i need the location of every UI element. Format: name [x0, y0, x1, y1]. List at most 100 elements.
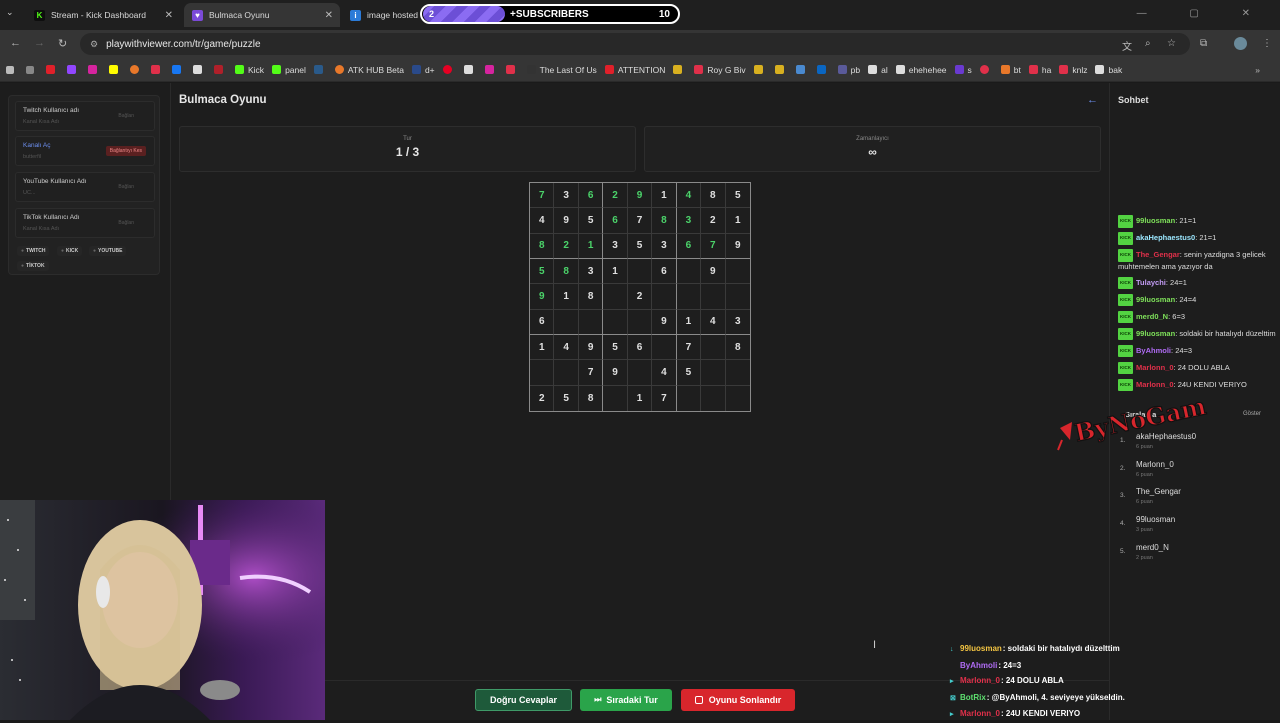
gear-icon[interactable] — [979, 65, 993, 74]
sudoku-cell[interactable] — [701, 284, 726, 310]
chat-username[interactable]: Marlonn_0 — [1136, 363, 1174, 372]
sudoku-cell[interactable]: 3 — [676, 208, 702, 234]
bookmark-panel[interactable]: panel — [272, 65, 306, 75]
bookmark-dplus[interactable]: d+ — [411, 65, 435, 75]
ranking-show-button[interactable]: Göster — [1243, 411, 1261, 417]
sudoku-cell[interactable]: 8 — [701, 183, 726, 209]
back-icon[interactable]: ← — [10, 37, 21, 49]
sudoku-cell[interactable] — [725, 284, 750, 310]
chat-username[interactable]: The_Gengar — [1136, 250, 1180, 259]
sudoku-cell[interactable]: 9 — [554, 208, 579, 234]
bookmark-ha[interactable]: ha — [1028, 65, 1051, 75]
sudoku-cell[interactable]: 2 — [701, 208, 726, 234]
sudoku-cell[interactable]: 5 — [554, 385, 579, 411]
sudoku-cell[interactable]: 4 — [554, 335, 579, 361]
sudoku-cell[interactable] — [701, 385, 726, 411]
sudoku-cell[interactable]: 1 — [603, 259, 628, 285]
hat-icon[interactable] — [774, 65, 788, 74]
sudoku-cell[interactable]: 9 — [603, 360, 628, 386]
sudoku-cell[interactable] — [578, 309, 604, 335]
youtube-icon[interactable] — [46, 65, 59, 74]
sudoku-cell[interactable]: 6 — [676, 233, 702, 259]
sudoku-cell[interactable] — [530, 360, 555, 386]
sudoku-cell[interactable]: 3 — [652, 233, 677, 259]
sudoku-cell[interactable]: 2 — [627, 284, 653, 310]
bookmark-al[interactable]: al — [868, 65, 888, 75]
bookmark-pb[interactable]: pb — [837, 65, 860, 75]
instagram-icon[interactable] — [484, 65, 498, 74]
back-arrow-icon[interactable]: ← — [1087, 94, 1098, 106]
pinterest-icon[interactable] — [442, 65, 456, 74]
sudoku-cell[interactable]: 5 — [676, 360, 702, 386]
sudoku-cell[interactable] — [725, 259, 750, 285]
more-bookmarks-icon[interactable]: » — [1255, 65, 1260, 75]
sudoku-cell[interactable] — [677, 385, 702, 411]
reload-icon[interactable]: ↻ — [58, 37, 67, 50]
next-round-button[interactable]: ⏭ Sıradaki Tur — [580, 689, 672, 711]
sudoku-cell[interactable]: 7 — [701, 233, 726, 259]
youtube-input[interactable]: UC... — [23, 190, 36, 196]
tab-kick-dashboard[interactable]: K Stream - Kick Dashboard ✕ — [26, 3, 180, 27]
hat-icon[interactable] — [673, 65, 686, 74]
sudoku-cell[interactable]: 9 — [578, 335, 604, 361]
bookmark-s[interactable]: s — [954, 65, 972, 75]
sudoku-cell[interactable] — [652, 335, 677, 361]
sudoku-cell[interactable] — [603, 385, 628, 411]
bookmark-bt[interactable]: bt — [1000, 65, 1021, 75]
kick-input[interactable]: butterfil — [23, 154, 41, 160]
window-controls[interactable]: — ▢ ✕ — [1137, 8, 1270, 19]
sudoku-cell[interactable]: 6 — [530, 309, 555, 335]
sudoku-cell[interactable]: 8 — [554, 259, 579, 285]
sudoku-cell[interactable]: 8 — [530, 233, 555, 259]
sudoku-cell[interactable]: 1 — [554, 284, 579, 310]
forward-icon[interactable]: → — [34, 37, 45, 49]
sudoku-cell[interactable]: 4 — [530, 208, 555, 234]
sudoku-cell[interactable] — [676, 259, 702, 285]
sudoku-cell[interactable] — [725, 360, 750, 386]
bookmark-ehehehee[interactable]: ehehehee — [895, 65, 947, 75]
instagram-icon[interactable] — [88, 65, 101, 74]
tiktok-input[interactable]: Kanal Kısa Adı — [23, 226, 59, 232]
translate-icon[interactable]: 文 — [1122, 38, 1132, 53]
sudoku-cell[interactable]: 1 — [530, 335, 555, 361]
sudoku-cell[interactable]: 6 — [652, 259, 677, 285]
sudoku-cell[interactable]: 5 — [603, 335, 628, 361]
star-icon[interactable]: ☆ — [1167, 38, 1176, 49]
extensions-icon[interactable]: ⧉ — [1200, 38, 1207, 49]
bookmark-roy-g-biv[interactable]: Roy G Biv — [694, 65, 746, 75]
sudoku-cell[interactable]: 8 — [652, 208, 677, 234]
sudoku-cell[interactable] — [701, 335, 726, 361]
sudoku-cell[interactable]: 4 — [701, 309, 726, 335]
twitch-icon[interactable] — [67, 65, 80, 74]
ttt-icon[interactable] — [505, 65, 519, 74]
sudoku-cell[interactable]: 6 — [603, 208, 628, 234]
sudoku-cell[interactable]: 8 — [725, 335, 750, 361]
bookmark-knlz[interactable]: knlz — [1059, 65, 1087, 75]
apps-icon[interactable] — [6, 65, 18, 74]
grid-icon[interactable] — [26, 65, 38, 74]
sudoku-cell[interactable] — [627, 360, 653, 386]
bookmark-attention[interactable]: ATTENTION — [604, 65, 665, 75]
close-icon[interactable]: ✕ — [325, 10, 333, 21]
sudoku-cell[interactable] — [554, 309, 579, 335]
bookmark-bak[interactable]: bak — [1095, 65, 1122, 75]
sudoku-cell[interactable]: 9 — [627, 183, 653, 209]
sudoku-cell[interactable] — [652, 284, 677, 310]
sudoku-cell[interactable]: 8 — [578, 284, 604, 310]
bookmark-kick[interactable]: Kick — [235, 65, 264, 75]
bookmark-atk-hub[interactable]: ATK HUB Beta — [334, 65, 404, 75]
sudoku-cell[interactable] — [726, 386, 750, 411]
sudoku-cell[interactable]: 9 — [725, 234, 750, 259]
sudoku-cell[interactable]: 7 — [627, 208, 653, 234]
end-game-button[interactable]: Oyunu Sonlandır — [681, 689, 795, 711]
sudoku-cell[interactable] — [603, 284, 628, 310]
red-bookmark-icon[interactable] — [214, 65, 227, 74]
sudoku-cell[interactable] — [627, 309, 653, 335]
correct-answers-button[interactable]: Doğru Cevaplar — [475, 689, 572, 711]
sudoku-cell[interactable]: 5 — [530, 259, 555, 285]
dots-icon[interactable] — [795, 65, 809, 74]
hat-icon[interactable] — [753, 65, 767, 74]
sudoku-cell[interactable] — [627, 259, 653, 285]
sudoku-cell[interactable]: 1 — [652, 183, 677, 209]
twitch-connect-button[interactable]: Bağlan — [118, 113, 134, 119]
